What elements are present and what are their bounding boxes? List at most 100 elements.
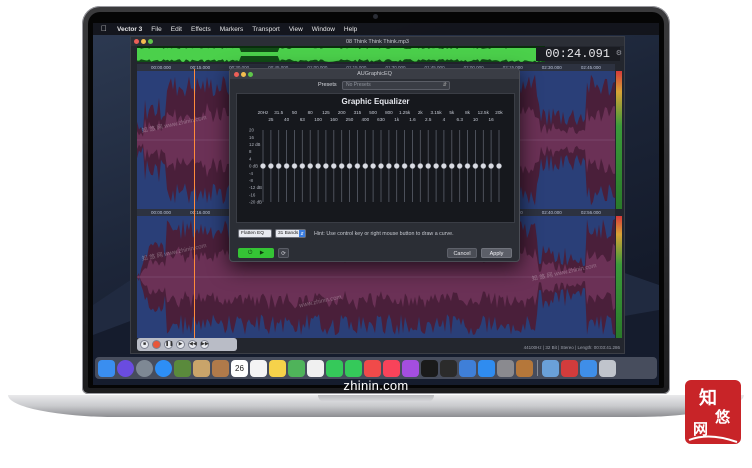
folder-icon[interactable] — [580, 359, 597, 377]
facetime-icon[interactable] — [345, 359, 362, 377]
menu-window[interactable]: Window — [312, 26, 335, 33]
maps-icon[interactable] — [288, 359, 305, 377]
svg-text:网: 网 — [693, 420, 708, 438]
fast-forward-button[interactable]: ▶▶ — [200, 340, 209, 349]
band-slider-knob[interactable] — [496, 163, 502, 169]
band-slider-knob[interactable] — [409, 163, 416, 169]
freq-label: 2.5 — [425, 117, 432, 122]
band-slider-knob[interactable] — [386, 163, 392, 169]
close-window-icon[interactable] — [134, 39, 139, 44]
menu-effects[interactable]: Effects — [191, 26, 211, 33]
play-button[interactable]: ▶ — [176, 340, 185, 349]
presets-dropdown[interactable]: No Presets ⇵ — [342, 81, 450, 90]
band-slider-knob[interactable] — [472, 163, 479, 169]
menu-transport[interactable]: Transport — [252, 26, 280, 33]
band-slider-knob[interactable] — [275, 163, 282, 169]
band-slider-knob[interactable] — [464, 163, 471, 169]
contacts-icon[interactable] — [212, 359, 229, 377]
music-icon[interactable] — [383, 359, 400, 377]
band-slider-knob[interactable] — [456, 163, 463, 169]
band-slider-knob[interactable] — [283, 163, 290, 169]
safari-icon[interactable] — [155, 359, 172, 377]
site-seal-stamp: 知 悠 网 — [685, 380, 741, 444]
band-slider-knob[interactable] — [268, 163, 274, 169]
minimize-window-icon[interactable] — [141, 39, 146, 44]
apply-button[interactable]: Apply — [481, 248, 512, 258]
band-slider-knob[interactable] — [346, 163, 353, 169]
minimize-dialog-icon[interactable] — [241, 71, 246, 77]
band-slider-knob[interactable] — [393, 163, 400, 169]
bypass-play-toggle[interactable]: ⏻ ▶ — [238, 248, 274, 258]
menu-app-name[interactable]: Vector 3 — [117, 26, 142, 33]
band-slider-knob[interactable] — [425, 163, 431, 169]
record-button[interactable] — [152, 340, 161, 349]
band-slider-knob[interactable] — [417, 163, 424, 169]
app-store-icon[interactable] — [478, 359, 495, 377]
photos-viewer-icon[interactable] — [174, 359, 191, 377]
tv-icon[interactable] — [421, 359, 438, 377]
settings-gear-icon[interactable]: ⚙ — [616, 49, 622, 57]
playhead-cursor[interactable] — [194, 69, 196, 341]
siri-icon[interactable] — [117, 359, 134, 377]
waveform-overview[interactable] — [137, 46, 545, 62]
flatten-eq-label: Flatten EQ — [241, 231, 264, 236]
freq-label: 31.5 — [274, 110, 283, 115]
band-slider-knob[interactable] — [291, 163, 298, 169]
podcasts-icon[interactable] — [402, 359, 419, 377]
flatten-eq-button[interactable]: Flatten EQ — [238, 229, 272, 238]
menu-view[interactable]: View — [289, 26, 303, 33]
reset-button[interactable]: ⟳ — [278, 248, 289, 258]
bands-dropdown[interactable]: 31 Bands ⇵ — [275, 229, 306, 238]
notes-app-icon[interactable] — [193, 359, 210, 377]
zoom-dialog-icon[interactable] — [248, 71, 253, 77]
band-slider-knob[interactable] — [448, 163, 455, 169]
menu-markers[interactable]: Markers — [220, 26, 243, 33]
eq-controls-row: Flatten EQ 31 Bands ⇵ Hint: Use control … — [236, 229, 515, 239]
band-slider-knob[interactable] — [378, 163, 384, 169]
bands-label: 31 Bands — [278, 231, 299, 236]
cancel-button[interactable]: Cancel — [447, 248, 477, 258]
menu-help[interactable]: Help — [344, 26, 357, 33]
terminal-icon[interactable] — [440, 359, 457, 377]
band-slider-knob[interactable] — [362, 163, 369, 169]
band-slider-knob[interactable] — [370, 163, 376, 169]
notes-icon[interactable] — [269, 359, 286, 377]
band-slider-knob[interactable] — [488, 163, 494, 169]
zoom-window-icon[interactable] — [148, 39, 153, 44]
band-slider-knob[interactable] — [331, 163, 337, 169]
stacks-icon[interactable] — [542, 359, 559, 377]
band-slider-knob[interactable] — [307, 163, 313, 169]
apple-menu-icon[interactable]:  — [101, 25, 109, 33]
eq-band-sliders[interactable]: 20Hz 31.5 50 80 125 200 315 500 800 1.25k 2k 3.15k 5… — [237, 94, 516, 224]
menu-file[interactable]: File — [151, 26, 161, 33]
band-slider-knob[interactable] — [323, 163, 329, 169]
finder-icon[interactable] — [98, 359, 115, 377]
band-slider-knob[interactable] — [480, 163, 487, 169]
preview-icon[interactable] — [459, 359, 476, 377]
launchpad-icon[interactable] — [136, 359, 153, 377]
system-preferences-icon[interactable] — [497, 359, 514, 377]
photos-icon[interactable] — [307, 359, 324, 377]
menu-edit[interactable]: Edit — [171, 26, 182, 33]
band-slider-knob[interactable] — [260, 163, 266, 169]
stop-button[interactable]: ■ — [140, 340, 149, 349]
photo-booth-icon[interactable] — [561, 359, 578, 377]
band-slider-knob[interactable] — [354, 163, 361, 169]
band-slider-knob[interactable] — [401, 163, 408, 169]
close-dialog-icon[interactable] — [234, 71, 239, 77]
band-slider-knob[interactable] — [433, 163, 439, 169]
band-slider-knob[interactable] — [441, 163, 447, 169]
calendar-icon[interactable]: 26 — [231, 359, 248, 377]
archive-icon[interactable] — [516, 359, 533, 377]
rewind-button[interactable]: ◀◀ — [188, 340, 197, 349]
reminders-icon[interactable] — [250, 359, 267, 377]
band-slider-knob[interactable] — [338, 163, 345, 169]
trash-icon[interactable] — [599, 359, 616, 377]
eq-dialog-title: AUGraphicEQ — [357, 71, 392, 77]
band-slider-knob[interactable] — [299, 163, 306, 169]
pause-button[interactable]: ❚❚ — [164, 340, 173, 349]
messages-icon[interactable] — [326, 359, 343, 377]
db-scale-label: -4 — [249, 171, 253, 176]
band-slider-knob[interactable] — [315, 163, 321, 169]
news-icon[interactable] — [364, 359, 381, 377]
